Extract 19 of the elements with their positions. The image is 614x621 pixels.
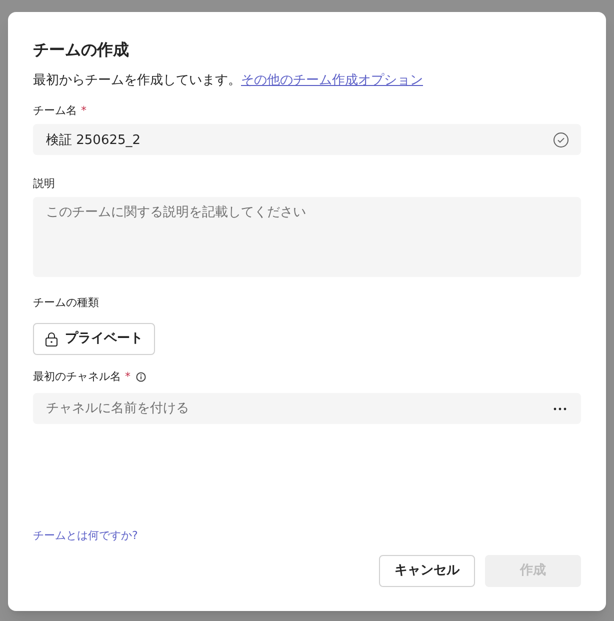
required-mark: * — [81, 104, 86, 118]
help-link[interactable]: チームとは何ですか? — [33, 528, 138, 544]
required-mark: * — [125, 370, 130, 384]
field-label: チームの種類 — [33, 296, 100, 310]
cancel-button[interactable]: キャンセル — [379, 555, 475, 587]
description-field[interactable]: このチームに関する説明を記載してください — [33, 197, 581, 277]
privacy-button[interactable]: プライベート — [33, 323, 155, 355]
field-label: 説明 — [33, 177, 56, 191]
info-icon — [136, 372, 146, 382]
more-icon[interactable] — [553, 407, 567, 411]
lock-icon — [45, 332, 58, 346]
more-options-link[interactable]: その他のチーム作成オプション — [241, 72, 423, 90]
field-label: チーム名 — [33, 104, 77, 118]
intro-text: 最初からチームを作成しています。 — [33, 72, 241, 90]
team-name-field[interactable]: 検証 250625_2 — [33, 124, 581, 155]
field-label: 最初のチャネル名 — [33, 370, 121, 384]
channel-name-field[interactable]: チャネルに名前を付ける — [33, 393, 581, 424]
check-circle-icon — [553, 132, 569, 148]
dialog-title: チームの作成 — [33, 40, 130, 60]
